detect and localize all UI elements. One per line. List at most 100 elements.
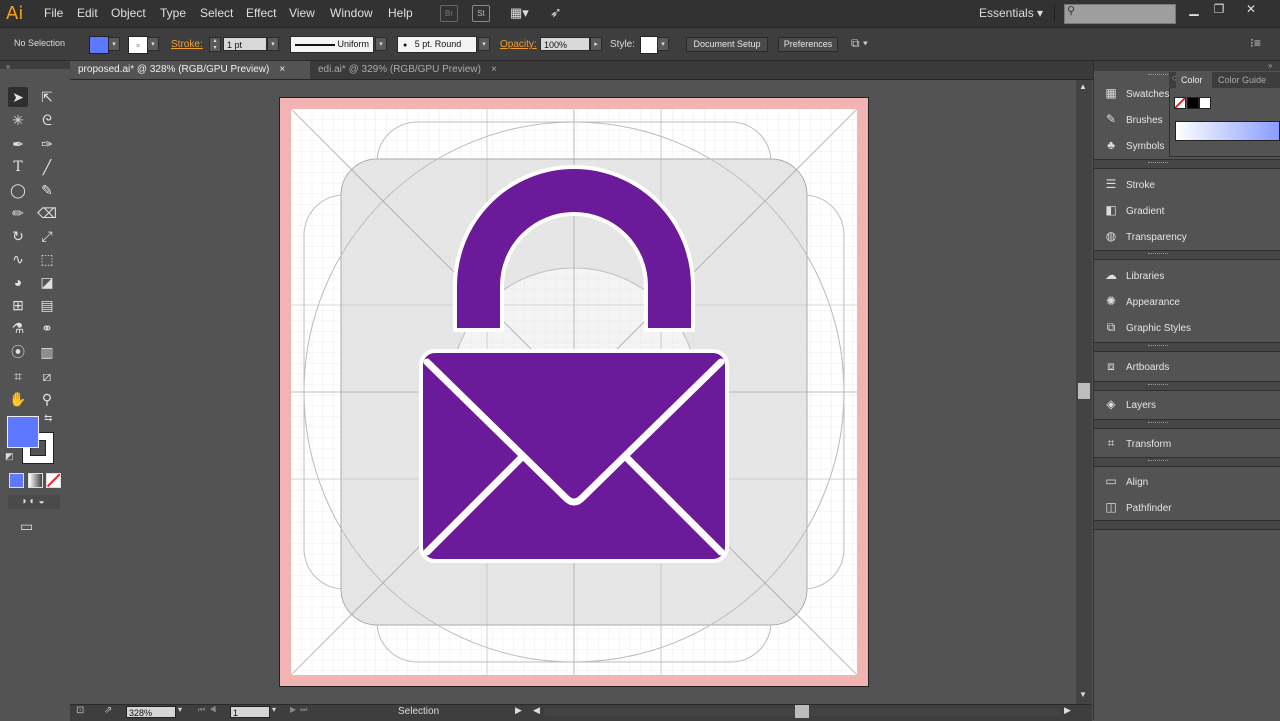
tab-color[interactable]: Color	[1176, 72, 1212, 88]
none-swatch[interactable]	[1174, 97, 1186, 109]
white-swatch[interactable]	[1199, 97, 1211, 109]
stroke-weight-field[interactable]: 1 pt	[223, 37, 267, 51]
close-icon[interactable]: ✕	[1240, 2, 1262, 18]
first-prev-artboard-icon[interactable]: ⏮◀	[198, 705, 220, 715]
search-input[interactable]	[1064, 4, 1176, 24]
panel-artboards[interactable]: ⧈ Artboards	[1102, 356, 1169, 376]
screen-mode-icon[interactable]: ▭	[20, 518, 33, 535]
graphic-style-swatch[interactable]	[640, 36, 658, 54]
brush-dropdown[interactable]: ▾	[478, 37, 490, 51]
menu-effect[interactable]: Effect	[246, 6, 276, 20]
panel-grip[interactable]	[1148, 345, 1168, 348]
panel-pathfinder[interactable]: ◫ Pathfinder	[1102, 497, 1171, 517]
direct-selection-tool-icon[interactable]: ⇱	[37, 87, 57, 107]
tab-close-icon[interactable]: ×	[279, 64, 285, 75]
curvature-tool-icon[interactable]: ✑	[37, 134, 57, 154]
artboard-dropdown-icon[interactable]: ▾	[272, 705, 276, 714]
none-mode-icon[interactable]	[46, 473, 61, 488]
artboard[interactable]	[279, 97, 869, 687]
panel-transparency[interactable]: ◍ Transparency	[1102, 226, 1187, 246]
variable-width-profile[interactable]: Uniform	[290, 36, 374, 53]
type-tool-icon[interactable]: T	[8, 157, 28, 177]
vertical-scroll-thumb[interactable]	[1078, 383, 1090, 399]
tab-close-icon[interactable]: ×	[491, 64, 497, 75]
opacity-arrow[interactable]: ▸	[590, 37, 602, 51]
pencil-tool-icon[interactable]: ✏	[8, 203, 28, 223]
panel-grip[interactable]	[1148, 460, 1168, 463]
menu-edit[interactable]: Edit	[77, 6, 98, 20]
pen-tool-icon[interactable]: ✒	[8, 134, 28, 154]
share-icon[interactable]: ⇗	[104, 705, 112, 716]
live-paint-tool-icon[interactable]: ◪	[37, 272, 57, 292]
scroll-left-icon[interactable]: ◀	[533, 705, 540, 716]
color-mode-icon[interactable]	[9, 473, 24, 488]
panel-brushes[interactable]: ✎ Brushes	[1102, 109, 1163, 129]
free-transform-tool-icon[interactable]: ⬚	[37, 249, 57, 269]
panel-layers[interactable]: ◈ Layers	[1102, 394, 1156, 414]
panel-appearance[interactable]: ✺ Appearance	[1102, 291, 1180, 311]
swap-colors-icon[interactable]: ⇆	[44, 413, 52, 424]
black-swatch[interactable]	[1187, 97, 1199, 109]
artboard-nav-icon[interactable]: ⊡	[76, 705, 84, 716]
panel-align[interactable]: ▭ Align	[1102, 471, 1148, 491]
shape-builder-tool-icon[interactable]: ◕	[8, 272, 28, 292]
panel-grip[interactable]	[1148, 162, 1168, 165]
menu-view[interactable]: View	[289, 6, 315, 20]
tab-proposed[interactable]: proposed.ai* @ 328% (RGB/GPU Preview) ×	[70, 61, 310, 79]
scroll-right-icon[interactable]: ▶	[1064, 705, 1071, 716]
stroke-label[interactable]: Stroke:	[171, 39, 203, 50]
tab-color-guide[interactable]: Color Guide	[1218, 72, 1266, 88]
selection-tool-icon[interactable]: ➤	[8, 87, 28, 107]
color-spectrum-ramp[interactable]	[1175, 121, 1280, 141]
graph-tool-icon[interactable]: ▥	[37, 342, 57, 362]
bridge-icon[interactable]: Br	[440, 5, 458, 22]
fill-color-button[interactable]	[89, 36, 109, 54]
eyedropper-tool-icon[interactable]: ⚗	[8, 318, 28, 338]
menu-file[interactable]: File	[44, 6, 63, 20]
brush-definition[interactable]: ● 5 pt. Round	[397, 36, 477, 53]
menu-window[interactable]: Window	[330, 6, 373, 20]
opacity-label[interactable]: Opacity:	[500, 39, 537, 50]
magic-wand-tool-icon[interactable]: ✳	[8, 110, 28, 130]
collapse-icon[interactable]: «	[6, 62, 10, 71]
lasso-tool-icon[interactable]: ᘓ	[37, 110, 57, 130]
eraser-tool-icon[interactable]: ⌫	[37, 203, 57, 223]
panel-grip[interactable]	[1148, 422, 1168, 425]
drawing-modes-icon[interactable]: ◑◐◒	[8, 495, 60, 509]
panel-menu-icon[interactable]: ⁝≡	[1250, 36, 1261, 50]
blend-tool-icon[interactable]: ⚭	[37, 318, 57, 338]
stroke-stepper[interactable]: ▴ ▾	[209, 37, 221, 52]
warp-tool-icon[interactable]: ∿	[8, 249, 28, 269]
horizontal-scroll-thumb[interactable]	[795, 705, 809, 718]
rotate-tool-icon[interactable]: ↻	[8, 226, 28, 246]
opacity-field[interactable]: 100%	[540, 37, 590, 51]
zoom-dropdown-icon[interactable]: ▾	[178, 705, 182, 714]
symbol-sprayer-tool-icon[interactable]: ⦿	[8, 342, 28, 362]
menu-type[interactable]: Type	[160, 6, 186, 20]
panel-stroke[interactable]: ☰ Stroke	[1102, 174, 1155, 194]
panel-symbols[interactable]: ♣ Symbols	[1102, 135, 1164, 155]
panel-graphic-styles[interactable]: ⧉ Graphic Styles	[1102, 317, 1191, 337]
artboard-tool-icon[interactable]: ⌗	[8, 366, 28, 386]
panel-transform[interactable]: ⌗ Transform	[1102, 433, 1172, 453]
stroke-dropdown[interactable]: ▾	[147, 37, 159, 51]
workspace-switcher[interactable]: Essentials ▾	[979, 6, 1043, 20]
gpu-performance-icon[interactable]: ➶	[550, 4, 568, 22]
status-menu-icon[interactable]: ▶	[515, 705, 522, 716]
panel-gradient[interactable]: ◧ Gradient	[1102, 200, 1164, 220]
profile-dropdown[interactable]: ▾	[375, 37, 387, 51]
ellipse-tool-icon[interactable]: ◯	[8, 180, 28, 200]
panel-grip[interactable]	[1148, 74, 1168, 77]
fill-dropdown[interactable]: ▾	[108, 37, 120, 51]
style-dropdown[interactable]: ▾	[657, 37, 669, 51]
stroke-weight-dropdown[interactable]: ▾	[267, 37, 279, 51]
document-setup-button[interactable]: Document Setup	[686, 37, 768, 52]
zoom-field[interactable]: 328%	[126, 706, 176, 718]
hand-tool-icon[interactable]: ✋	[8, 389, 28, 409]
tab-edi[interactable]: edi.ai* @ 329% (RGB/GPU Preview) ×	[310, 61, 520, 79]
panel-swatches[interactable]: ▦ Swatches	[1102, 83, 1169, 103]
arrange-documents-icon[interactable]: ▦▾	[510, 5, 536, 21]
panel-libraries[interactable]: ☁ Libraries	[1102, 265, 1164, 285]
slice-tool-icon[interactable]: ⧄	[37, 366, 57, 386]
scroll-up-icon[interactable]: ▲	[1079, 82, 1087, 91]
